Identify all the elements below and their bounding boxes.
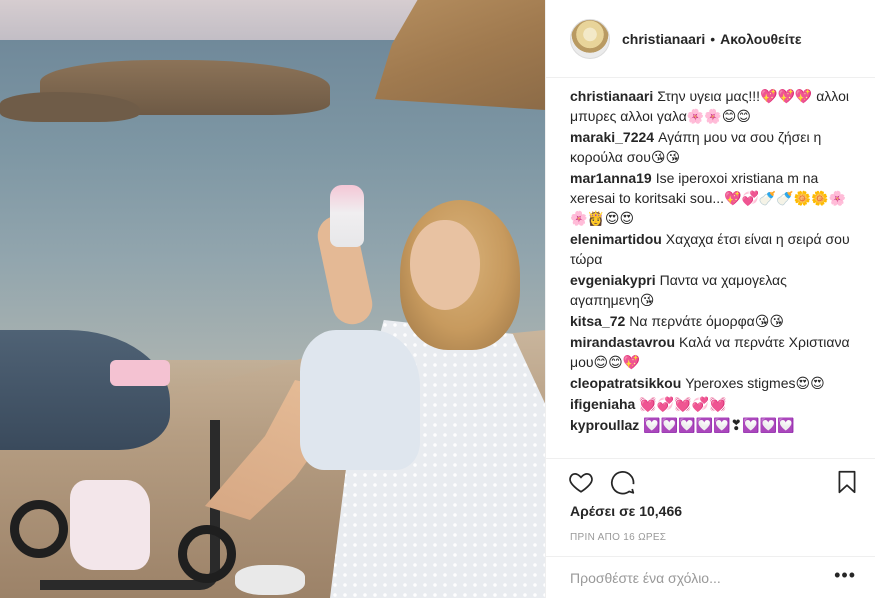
photo-stroller-wheel [178, 525, 236, 583]
comment-username[interactable]: evgeniakypri [570, 272, 656, 288]
comment-username[interactable]: christianaari [570, 88, 653, 104]
likes-count[interactable]: Αρέσει σε 10,466 [570, 503, 682, 519]
comment-item: maraki_7224 Αγάπη μου να σου ζήσει η κορο… [570, 127, 856, 167]
more-options-icon[interactable]: ••• [834, 566, 856, 584]
comment-text: Yperoxes stigmes😍😍 [685, 375, 825, 391]
add-comment-bar: ••• [546, 556, 875, 598]
speech-bubble-icon[interactable] [610, 469, 636, 495]
photo-blanket [70, 480, 150, 570]
photo-stroller-wheel [10, 500, 68, 558]
comment-item: kitsa_72 Να περνάτε όμορφα😘😘 [570, 311, 856, 331]
photo-baby-bottle [330, 185, 364, 247]
avatar[interactable] [570, 18, 610, 59]
post-header: christianaari • Ακολουθείτε [546, 0, 875, 78]
comment-username[interactable]: elenimartidou [570, 231, 662, 247]
comment-item: mirandastavrou Καλά να περνάτε Χριστιανα … [570, 332, 856, 372]
comment-item: evgeniakypri Παντα να χαμογελας αγαπημενη… [570, 270, 856, 310]
comment-item: cleopatratsikkou Yperoxes stigmes😍😍 [570, 373, 856, 393]
comment-username[interactable]: ifigeniaha [570, 396, 635, 412]
comment-username[interactable]: kyproullaz [570, 417, 639, 433]
comment-text: 💓💞💓💞💓 [639, 396, 727, 412]
comment-item: ifigeniaha 💓💞💓💞💓 [570, 394, 856, 414]
comment-text: 💟💟💟💟💟❣💟💟💟 [643, 417, 795, 433]
following-button[interactable]: Ακολουθείτε [720, 31, 801, 47]
comment-item: elenimartidou Χαχαχα έτσι είναι η σειρά σ… [570, 229, 856, 269]
post-timestamp[interactable]: ΠΡΙΝ ΑΠΟ 16 ΩΡΕΣ [570, 532, 666, 543]
post-side-panel: christianaari • Ακολουθείτε christianaar… [545, 0, 875, 598]
heart-icon[interactable] [568, 469, 594, 495]
post-actions: Αρέσει σε 10,466 ΠΡΙΝ ΑΠΟ 16 ΩΡΕΣ ••• [546, 458, 875, 598]
comment-username[interactable]: maraki_7224 [570, 129, 654, 145]
comment-item: kyproullaz 💟💟💟💟💟❣💟💟💟 [570, 415, 856, 435]
comment-text: Να περνάτε όμορφα😘😘 [629, 313, 784, 329]
comment-username[interactable]: mirandastavrou [570, 334, 675, 350]
comment-item: mar1anna19 Ise iperoxoi xristiana m na xe… [570, 168, 856, 228]
comments-list[interactable]: christianaari Στην υγεια μας!!!💖💖💖 αλλοι … [546, 86, 875, 458]
header-username[interactable]: christianaari [622, 31, 705, 47]
photo-shoes [235, 565, 305, 595]
comment-username[interactable]: mar1anna19 [570, 170, 652, 186]
comment-username[interactable]: cleopatratsikkou [570, 375, 681, 391]
bookmark-icon[interactable] [834, 469, 860, 495]
comment-item: christianaari Στην υγεια μας!!!💖💖💖 αλλοι … [570, 86, 856, 126]
comment-username[interactable]: kitsa_72 [570, 313, 625, 329]
header-separator: • [710, 30, 716, 47]
comment-input[interactable] [570, 570, 835, 586]
post-photo[interactable] [0, 0, 545, 598]
photo-woman-dress [300, 330, 420, 470]
photo-woman-face [410, 220, 480, 310]
photo-towel [110, 360, 170, 386]
